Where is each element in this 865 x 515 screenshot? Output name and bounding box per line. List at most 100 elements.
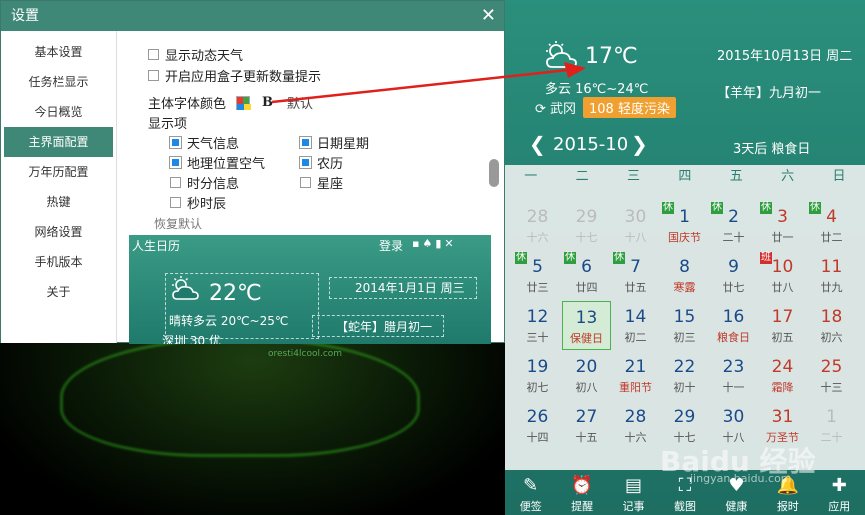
checkbox-dynamic-weather[interactable]: [148, 49, 159, 60]
day-number: 24: [771, 357, 794, 377]
option-seconds[interactable]: 秒时辰: [170, 193, 226, 212]
day-subtitle: 寒露: [673, 281, 696, 294]
day-cell[interactable]: 8 寒露: [660, 251, 709, 300]
checkbox-box-update[interactable]: [148, 70, 159, 81]
color-picker-button[interactable]: [236, 95, 252, 110]
holiday-badge: 休: [613, 252, 625, 264]
day-cell-today[interactable]: 13 保健日: [562, 301, 611, 350]
nav-item[interactable]: 热键: [4, 187, 113, 217]
label-weather-info: 天气信息: [187, 137, 240, 152]
preview-temperature: 22℃: [209, 281, 262, 306]
nav-item[interactable]: 今日概览: [4, 97, 113, 127]
day-subtitle: 二十: [722, 231, 745, 244]
checkbox-weather-info[interactable]: [169, 136, 182, 149]
day-cell[interactable]: 20 初八: [562, 351, 611, 400]
dock-button[interactable]: ⏰ 提醒: [556, 470, 607, 515]
nav-item[interactable]: 万年历配置: [4, 157, 113, 187]
day-number: 18: [820, 307, 843, 327]
note-icon: ✎: [523, 475, 539, 496]
day-number: 20: [575, 357, 598, 377]
close-icon[interactable]: ✕: [481, 1, 496, 31]
day-cell[interactable]: 休 3 廿一: [758, 201, 807, 250]
day-cell[interactable]: 休 2 二十: [709, 201, 758, 250]
day-subtitle: 十六: [526, 231, 549, 244]
checkbox-location-air[interactable]: [169, 156, 182, 169]
day-subtitle: 廿九: [820, 281, 843, 294]
calendar-grid: 一二三四五六日 28 十六 29 十七 30 十八休 1 国庆节休 2 二十休 3 廿一休 4 廿二休 5 廿…: [505, 165, 865, 470]
dock-button[interactable]: ▤ 记事: [608, 470, 659, 515]
day-cell[interactable]: 23 十一: [709, 351, 758, 400]
day-cell[interactable]: 28 十六: [513, 201, 562, 250]
label-hm-info: 时分信息: [187, 177, 240, 192]
day-cell[interactable]: 21 重阳节: [611, 351, 660, 400]
weekday-label: 二: [575, 169, 589, 184]
day-subtitle: 廿二: [820, 231, 843, 244]
day-number: 16: [722, 307, 745, 327]
nav-item[interactable]: 手机版本: [4, 247, 113, 277]
day-cell[interactable]: 班 10 廿八: [758, 251, 807, 300]
checkbox-zodiac[interactable]: [300, 177, 311, 188]
day-cell[interactable]: 18 初六: [807, 301, 856, 350]
day-cell[interactable]: 25 十三: [807, 351, 856, 400]
checkbox-seconds[interactable]: [170, 197, 181, 208]
day-cell[interactable]: 17 初五: [758, 301, 807, 350]
option-date-week[interactable]: 日期星期: [299, 133, 369, 152]
day-cell[interactable]: 24 霜降: [758, 351, 807, 400]
day-cell[interactable]: 休 7 廿五: [611, 251, 660, 300]
option-dynamic-weather[interactable]: 显示动态天气: [148, 45, 243, 64]
restore-default-link[interactable]: 恢复默认: [154, 215, 202, 232]
day-cell[interactable]: 26 十四: [513, 401, 562, 450]
dock-label: 报时: [776, 500, 799, 513]
day-cell[interactable]: 休 5 廿三: [513, 251, 562, 300]
dock-button[interactable]: ✎ 便签: [505, 470, 556, 515]
day-subtitle: 十三: [820, 381, 843, 394]
day-cell[interactable]: 14 初二: [611, 301, 660, 350]
day-subtitle: 廿七: [722, 281, 745, 294]
day-cell[interactable]: 29 十七: [562, 201, 611, 250]
checkbox-lunar[interactable]: [299, 156, 312, 169]
option-zodiac[interactable]: 星座: [300, 173, 343, 192]
dock-button[interactable]: ✚ 应用: [814, 470, 865, 515]
day-cell[interactable]: 28 十六: [611, 401, 660, 450]
day-cell[interactable]: 30 十八: [611, 201, 660, 250]
holiday-badge: 休: [515, 252, 527, 264]
day-subtitle: 廿五: [624, 281, 647, 294]
day-subtitle: 十五: [575, 431, 598, 444]
checkbox-hm-info[interactable]: [170, 177, 181, 188]
day-cell[interactable]: 休 4 廿二: [807, 201, 856, 250]
chevron-right-icon[interactable]: ❯: [631, 132, 648, 156]
chevron-left-icon[interactable]: ❮: [529, 132, 546, 156]
day-subtitle: 初六: [820, 331, 843, 344]
day-cell[interactable]: 16 粮食日: [709, 301, 758, 350]
option-weather-info[interactable]: 天气信息: [169, 133, 240, 152]
day-cell[interactable]: 15 初三: [660, 301, 709, 350]
day-cell[interactable]: 9 廿七: [709, 251, 758, 300]
day-cell[interactable]: 11 廿九: [807, 251, 856, 300]
nav-item[interactable]: 主界面配置: [4, 127, 113, 157]
day-cell[interactable]: 休 6 廿四: [562, 251, 611, 300]
day-cell[interactable]: 22 初十: [660, 351, 709, 400]
day-subtitle: 初二: [624, 331, 647, 344]
option-hm-info[interactable]: 时分信息: [170, 173, 239, 192]
day-number: 28: [624, 407, 647, 427]
nav-item[interactable]: 关于: [4, 277, 113, 307]
day-number: 22: [673, 357, 696, 377]
settings-nav: 基本设置 任务栏显示 今日概览 主界面配置 万年历配置 热键 网络设置 手机版本 关于: [1, 31, 117, 343]
day-cell[interactable]: 19 初七: [513, 351, 562, 400]
day-cell[interactable]: 12 三十: [513, 301, 562, 350]
day-subtitle: 廿一: [771, 231, 794, 244]
checkbox-date-week[interactable]: [299, 136, 312, 149]
option-location-air[interactable]: 地理位置空气: [169, 153, 266, 172]
option-lunar[interactable]: 农历: [299, 153, 343, 172]
settings-scrollbar[interactable]: [489, 159, 499, 187]
label-location-air: 地理位置空气: [187, 157, 266, 172]
nav-item[interactable]: 任务栏显示: [4, 67, 113, 97]
weekday-label: 四: [678, 169, 692, 184]
day-subtitle: 初五: [771, 331, 794, 344]
day-subtitle: 廿四: [575, 281, 598, 294]
day-cell[interactable]: 休 1 国庆节: [660, 201, 709, 250]
nav-item[interactable]: 网络设置: [4, 217, 113, 247]
nav-item[interactable]: 基本设置: [4, 37, 113, 67]
day-cell[interactable]: 27 十五: [562, 401, 611, 450]
day-subtitle: 十一: [722, 381, 745, 394]
